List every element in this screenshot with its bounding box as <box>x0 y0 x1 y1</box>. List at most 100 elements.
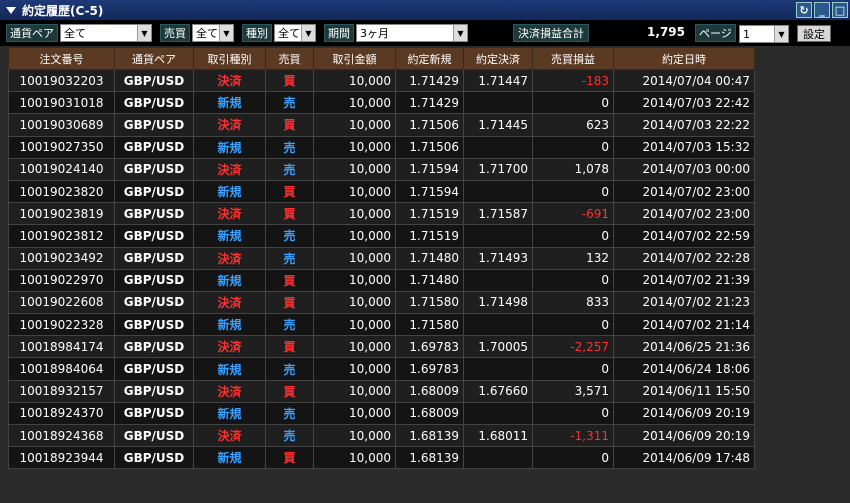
table-row[interactable]: 10018984064 GBP/USD 新規売 10,000 1.69783 0 2014/… <box>8 357 755 381</box>
pl-cell: 0 <box>532 91 614 115</box>
period-filter-select[interactable]: 3ヶ月 ▼ <box>356 24 468 42</box>
table-row[interactable]: 10018924368 GBP/USD 決済売 10,000 1.68139 1.6801… <box>8 423 755 448</box>
open-price-cell: 1.69783 <box>395 335 464 359</box>
maximize-icon[interactable]: □ <box>832 2 848 18</box>
amount-cell: 10,000 <box>313 446 396 470</box>
side-cell: 買 <box>265 113 314 137</box>
table-row[interactable]: 10019032203 GBP/USD 決済買 10,000 1.71429 1.7144… <box>8 68 755 93</box>
refresh-icon[interactable]: ↻ <box>796 2 812 18</box>
table-row[interactable]: 10018932157 GBP/USD 決済買 10,000 1.68009 1.6766… <box>8 379 755 403</box>
amount-cell: 10,000 <box>313 246 396 270</box>
pl-cell: 0 <box>532 135 614 159</box>
table-body: 10019032203 GBP/USD 決済買 10,000 1.71429 1.7144… <box>8 68 755 470</box>
datetime-cell: 2014/07/02 21:23 <box>613 290 755 315</box>
pair-cell: GBP/USD <box>114 135 194 159</box>
open-price-cell: 1.71480 <box>395 246 464 270</box>
total-pl-value: 1,795 <box>647 25 685 39</box>
table-row[interactable]: 10019022608 GBP/USD 決済買 10,000 1.71580 1.7149… <box>8 290 755 315</box>
side-filter-select[interactable]: 全て ▼ <box>192 24 234 42</box>
close-price-cell <box>463 179 533 204</box>
trade-type-cell: 新規 <box>193 446 266 470</box>
minimize-icon[interactable]: _ <box>814 2 830 18</box>
chevron-down-icon: ▼ <box>301 25 315 41</box>
table-row[interactable]: 10019022328 GBP/USD 新規売 10,000 1.71580 0 2014/… <box>8 313 755 337</box>
amount-cell: 10,000 <box>313 379 396 403</box>
open-price-cell: 1.68009 <box>395 379 464 403</box>
pair-cell: GBP/USD <box>114 423 194 448</box>
col-header-pair[interactable]: 通貨ペア <box>114 47 194 70</box>
amount-cell: 10,000 <box>313 224 396 248</box>
order-no-cell: 10019023812 <box>8 224 115 248</box>
table-row[interactable]: 10019024140 GBP/USD 決済売 10,000 1.71594 1.7170… <box>8 157 755 181</box>
amount-cell: 10,000 <box>313 357 396 381</box>
close-price-cell: 1.71498 <box>463 290 533 315</box>
table-row[interactable]: 10019030689 GBP/USD 決済買 10,000 1.71506 1.7144… <box>8 113 755 137</box>
period-filter-value: 3ヶ月 <box>360 27 389 40</box>
order-no-cell: 10018924368 <box>8 423 115 448</box>
open-price-cell: 1.71594 <box>395 157 464 181</box>
col-header-side[interactable]: 売買 <box>265 47 314 70</box>
close-price-cell <box>463 268 533 292</box>
side-cell: 買 <box>265 379 314 403</box>
col-header-pl[interactable]: 売買損益 <box>532 47 614 70</box>
datetime-cell: 2014/06/24 18:06 <box>613 357 755 381</box>
col-header-order-no[interactable]: 注文番号 <box>8 47 115 70</box>
pl-cell: 0 <box>532 313 614 337</box>
amount-cell: 10,000 <box>313 135 396 159</box>
close-price-cell <box>463 313 533 337</box>
window-titlebar: 約定履歴(C-5) ↻ _ □ <box>0 0 850 20</box>
col-header-close-price[interactable]: 約定決済 <box>463 47 533 70</box>
pair-cell: GBP/USD <box>114 246 194 270</box>
datetime-cell: 2014/07/02 23:00 <box>613 202 755 226</box>
collapse-triangle-icon[interactable] <box>6 6 16 14</box>
amount-cell: 10,000 <box>313 335 396 359</box>
amount-cell: 10,000 <box>313 313 396 337</box>
open-price-cell: 1.71506 <box>395 135 464 159</box>
open-price-cell: 1.71480 <box>395 268 464 292</box>
close-price-cell: 1.71445 <box>463 113 533 137</box>
trade-type-cell: 決済 <box>193 423 266 448</box>
trade-type-cell: 新規 <box>193 179 266 204</box>
period-filter-label: 期間 <box>324 24 354 42</box>
trade-type-cell: 決済 <box>193 379 266 403</box>
table-row[interactable]: 10018984174 GBP/USD 決済買 10,000 1.69783 1.7000… <box>8 335 755 359</box>
table-row[interactable]: 10018924370 GBP/USD 新規売 10,000 1.68009 0 2014/… <box>8 401 755 426</box>
page-select[interactable]: 1 ▼ <box>739 25 789 43</box>
open-price-cell: 1.68009 <box>395 401 464 426</box>
amount-cell: 10,000 <box>313 113 396 137</box>
trade-type-cell: 決済 <box>193 113 266 137</box>
table-row[interactable]: 10019023492 GBP/USD 決済売 10,000 1.71480 1.7149… <box>8 246 755 270</box>
datetime-cell: 2014/06/25 21:36 <box>613 335 755 359</box>
table-row[interactable]: 10019022970 GBP/USD 新規買 10,000 1.71480 0 2014/… <box>8 268 755 292</box>
settings-button[interactable]: 設定 <box>797 25 831 42</box>
pl-cell: 0 <box>532 179 614 204</box>
table-row[interactable]: 10019023819 GBP/USD 決済買 10,000 1.71519 1.7158… <box>8 202 755 226</box>
close-price-cell <box>463 446 533 470</box>
open-price-cell: 1.71519 <box>395 224 464 248</box>
pl-cell: -1,311 <box>532 423 614 448</box>
side-filter-label: 売買 <box>160 24 190 42</box>
execution-history-table-container: 注文番号 通貨ペア 取引種別 売買 取引金額 約定新規 約定決済 売買損益 約定… <box>8 47 755 470</box>
table-row[interactable]: 10019023820 GBP/USD 新規買 10,000 1.71594 0 2014/… <box>8 179 755 204</box>
trade-type-cell: 新規 <box>193 313 266 337</box>
side-cell: 買 <box>265 290 314 315</box>
table-row[interactable]: 10019031018 GBP/USD 新規売 10,000 1.71429 0 2014/… <box>8 91 755 115</box>
table-row[interactable]: 10019023812 GBP/USD 新規売 10,000 1.71519 0 2014/… <box>8 224 755 248</box>
col-header-amount[interactable]: 取引金額 <box>313 47 396 70</box>
col-header-trade-type[interactable]: 取引種別 <box>193 47 266 70</box>
side-cell: 買 <box>265 179 314 204</box>
col-header-datetime[interactable]: 約定日時 <box>613 47 755 70</box>
close-price-cell: 1.71700 <box>463 157 533 181</box>
type-filter-select[interactable]: 全て ▼ <box>274 24 316 42</box>
col-header-open-price[interactable]: 約定新規 <box>395 47 464 70</box>
pair-filter-select[interactable]: 全て ▼ <box>60 24 152 42</box>
order-no-cell: 10019023820 <box>8 179 115 204</box>
table-row[interactable]: 10019027350 GBP/USD 新規売 10,000 1.71506 0 2014/… <box>8 135 755 159</box>
table-row[interactable]: 10018923944 GBP/USD 新規買 10,000 1.68139 0 2014/… <box>8 446 755 470</box>
side-cell: 売 <box>265 157 314 181</box>
order-no-cell: 10019023819 <box>8 202 115 226</box>
pl-cell: 623 <box>532 113 614 137</box>
trade-type-cell: 決済 <box>193 68 266 93</box>
datetime-cell: 2014/07/03 15:32 <box>613 135 755 159</box>
chevron-down-icon: ▼ <box>219 25 233 41</box>
